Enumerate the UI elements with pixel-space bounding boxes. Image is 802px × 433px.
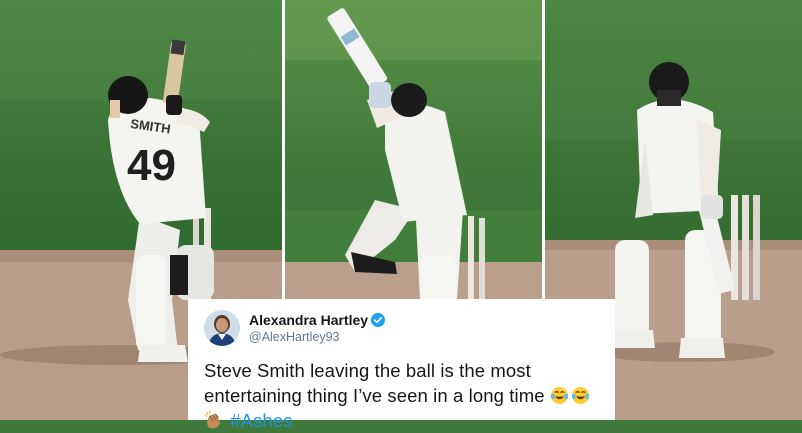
verified-badge-icon <box>371 313 386 327</box>
avatar[interactable] <box>204 310 240 346</box>
clapping-hands-icon <box>204 411 221 429</box>
profile-photo-icon <box>204 310 240 346</box>
hashtag-link[interactable]: #Ashes <box>230 410 292 431</box>
tweet-author: Alexandra Hartley @AlexHartley93 <box>249 312 386 344</box>
tweet-header: Alexandra Hartley @AlexHartley93 <box>202 309 601 347</box>
tears-of-joy-icon <box>550 386 568 405</box>
tweet-card[interactable]: Alexandra Hartley @AlexHartley93 Steve S… <box>188 299 615 431</box>
tweet-text: Steve Smith leaving the ball is the most… <box>204 358 601 433</box>
handle[interactable]: @AlexHartley93 <box>249 330 385 344</box>
display-name[interactable]: Alexandra Hartley <box>249 312 368 328</box>
shirt-number: 49 <box>127 141 176 190</box>
tears-of-joy-icon <box>571 386 589 405</box>
tweet-body: Steve Smith leaving the ball is the most… <box>204 360 545 406</box>
